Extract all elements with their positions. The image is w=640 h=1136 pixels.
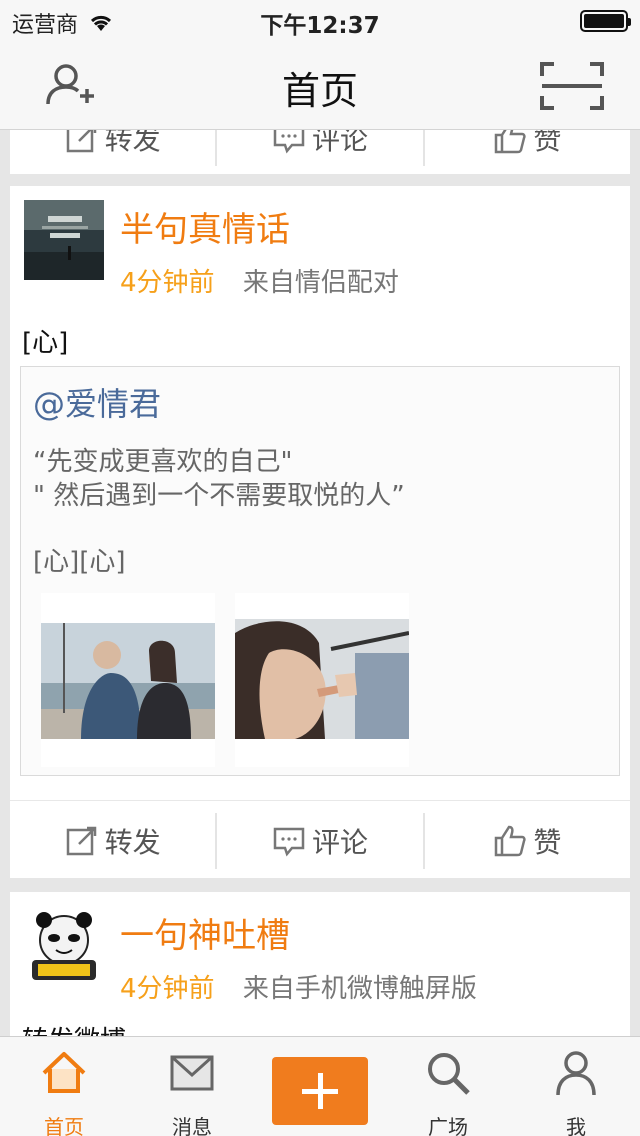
tab-home[interactable]: 首页 <box>0 1037 128 1136</box>
comment-button[interactable]: 评论 <box>217 130 425 166</box>
quoted-text-line: [心][心] <box>33 547 126 577</box>
status-bar: 运营商 下午12:37 <box>0 0 640 40</box>
post-meta: 4分钟前 来自情侣配对 <box>120 262 399 299</box>
thumbs-up-icon <box>495 130 526 154</box>
quoted-username[interactable]: @爱情君 <box>33 379 161 425</box>
feed-card[interactable]: 半句真情话 4分钟前 来自情侣配对 [心] @爱情君 “先变成更喜欢的自己" "… <box>10 186 630 878</box>
like-button[interactable]: 赞 <box>425 813 630 869</box>
post-header: 半句真情话 4分钟前 来自情侣配对 <box>10 186 630 306</box>
feed-card[interactable]: 一句神吐槽 4分钟前 来自手机微博触屏版 转发微博 <box>10 892 630 1036</box>
avatar[interactable] <box>24 200 104 280</box>
thumbs-up-icon <box>495 825 526 857</box>
tab-profile[interactable]: 我 <box>512 1037 640 1136</box>
nav-bar: 首页 <box>0 40 640 130</box>
like-button[interactable]: 赞 <box>425 130 630 166</box>
profile-icon <box>556 1051 596 1096</box>
repost-button[interactable]: 转发 <box>10 130 218 166</box>
previous-post-actions: 转发 评论 赞 <box>10 130 630 174</box>
tab-bar: 首页 消息 广场 我 <box>0 1036 640 1136</box>
compose-button[interactable] <box>272 1057 368 1125</box>
post-header: 一句神吐槽 4分钟前 来自手机微博触屏版 <box>10 892 630 1012</box>
status-time: 下午12:37 <box>260 13 380 39</box>
home-icon <box>42 1052 86 1093</box>
post-username[interactable]: 一句神吐槽 <box>120 908 290 957</box>
repost-button[interactable]: 转发 <box>10 813 218 869</box>
quoted-text-line: “先变成更喜欢的自己" <box>33 447 293 477</box>
repost-icon <box>66 130 96 153</box>
repost-icon <box>66 826 96 856</box>
scan-icon[interactable] <box>540 62 604 110</box>
post-time: 4分钟前 <box>120 974 215 1004</box>
comment-button[interactable]: 评论 <box>217 813 425 869</box>
comment-icon <box>273 827 305 857</box>
comment-label: 评论 <box>311 826 368 859</box>
post-text: 转发微博 <box>10 1012 630 1036</box>
post-actions: 转发 评论 赞 <box>10 801 630 881</box>
post-time: 4分钟前 <box>120 268 215 298</box>
like-label: 赞 <box>533 826 562 859</box>
post-source: 来自手机微博触屏版 <box>242 974 477 1004</box>
post-meta: 4分钟前 来自手机微博触屏版 <box>120 968 477 1005</box>
post-source: 来自情侣配对 <box>242 268 399 298</box>
search-icon <box>428 1053 470 1095</box>
post-text: [心] <box>22 328 69 358</box>
avatar[interactable] <box>24 906 104 986</box>
message-icon <box>170 1055 214 1091</box>
repost-label: 转发 <box>104 826 161 859</box>
post-username[interactable]: 半句真情话 <box>120 202 290 251</box>
battery-icon <box>580 10 631 32</box>
comment-icon <box>273 130 305 154</box>
post-image[interactable] <box>235 593 409 767</box>
tab-messages[interactable]: 消息 <box>128 1037 256 1136</box>
post-image[interactable] <box>41 593 215 767</box>
quoted-text-line: " 然后遇到一个不需要取悦的人” <box>33 481 405 511</box>
quoted-post[interactable]: @爱情君 “先变成更喜欢的自己" " 然后遇到一个不需要取悦的人” [心][心] <box>20 366 620 776</box>
tab-discover[interactable]: 广场 <box>384 1037 512 1136</box>
feed[interactable]: 转发 评论 赞 半句真情话 4分钟前 来自情侣配对 [心] @爱情君 “先变成更… <box>0 130 640 1036</box>
